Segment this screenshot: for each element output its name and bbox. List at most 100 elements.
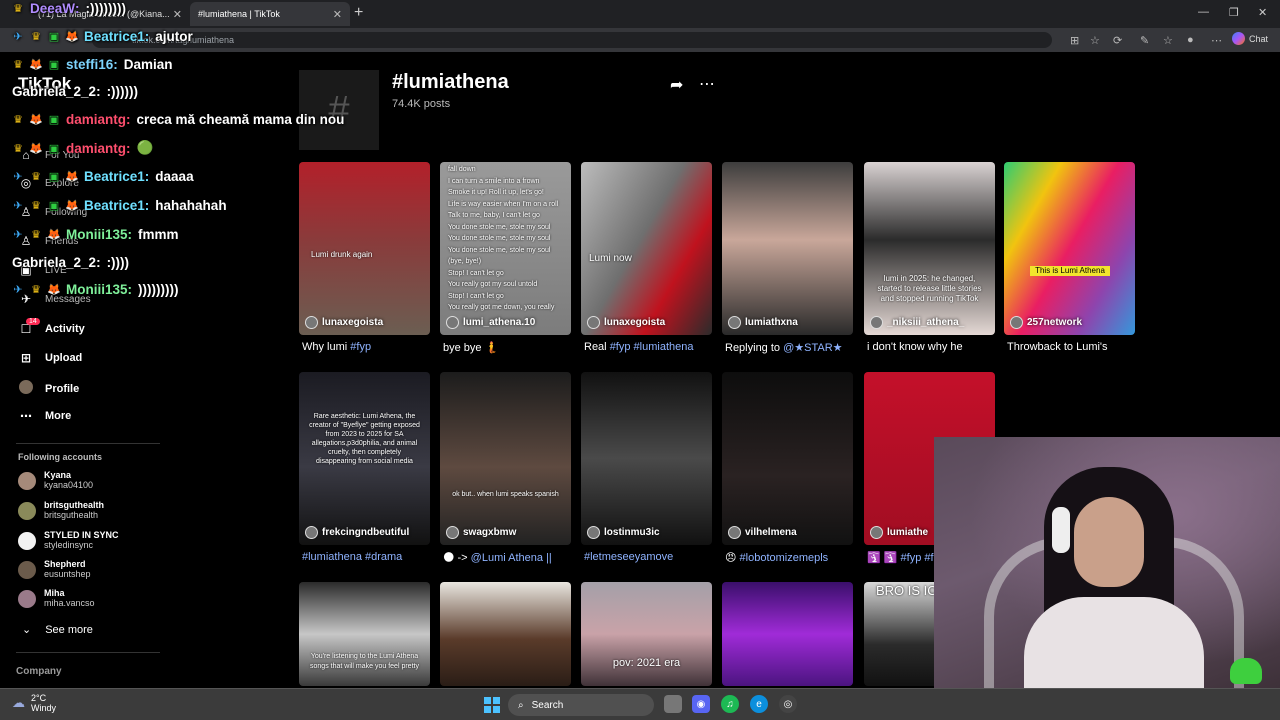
close-tab-icon[interactable]: ✕: [173, 8, 182, 21]
see-more-button[interactable]: ⌄ See more: [22, 623, 93, 637]
discord-icon[interactable]: ◉: [692, 695, 710, 713]
following-account[interactable]: Kyana kyana04100: [18, 470, 93, 491]
caption-hashtag[interactable]: @Lumi Athena ||: [471, 552, 552, 564]
following-account[interactable]: britsguthealth britsguthealth: [18, 500, 104, 521]
browser-tab-active[interactable]: #lumiathena | TikTok ✕: [190, 2, 350, 26]
video-caption[interactable]: 🌑 -> @Lumi Athena ||: [443, 551, 574, 564]
sidebar-item-profile[interactable]: Profile: [18, 380, 79, 397]
video-card[interactable]: This is Lumi Athena 257network: [1004, 162, 1135, 335]
favorite-star-icon[interactable]: ☆: [1090, 34, 1100, 47]
chat-badges: ✈ ♛ ▣ 🦊: [10, 197, 80, 213]
video-card[interactable]: fall down I can turn a smile into a frow…: [440, 162, 571, 335]
video-author[interactable]: lumi_athena.10: [446, 316, 535, 329]
menu-dots-icon[interactable]: ⋯: [1211, 34, 1222, 47]
refresh-icon[interactable]: ⟳: [1113, 34, 1122, 47]
video-card[interactable]: [440, 582, 571, 686]
copilot-chat-button[interactable]: Chat: [1232, 32, 1268, 45]
profile-avatar-icon[interactable]: ●: [1187, 34, 1194, 46]
video-card[interactable]: You're listening to the Lumi Athena song…: [299, 582, 430, 686]
video-card[interactable]: pov: 2021 era: [581, 582, 712, 686]
video-author[interactable]: lumiathxna: [728, 316, 798, 329]
video-card[interactable]: Rare aesthetic: Lumi Athena, the creator…: [299, 372, 430, 545]
taskbar-search[interactable]: ⌕ Search: [508, 694, 654, 716]
address-bar[interactable]: tiktok.com/tag/lumiathena: [92, 32, 1052, 48]
favorites-icon[interactable]: ☆: [1163, 34, 1173, 47]
video-caption[interactable]: 😠 #lobotomizemepls: [725, 551, 856, 564]
chat-badges: ♛: [10, 0, 26, 16]
author-name: lunaxegoista: [322, 317, 384, 328]
company-link[interactable]: Company: [16, 666, 62, 677]
minimize-button[interactable]: —: [1198, 6, 1209, 18]
start-button[interactable]: [484, 697, 500, 713]
video-card[interactable]: lumi in 2025: he changed, started to rel…: [864, 162, 995, 335]
video-card[interactable]: vilhelmena: [722, 372, 853, 545]
video-card[interactable]: Lumi drunk again lunaxegoista: [299, 162, 430, 335]
new-tab-button[interactable]: +: [354, 4, 363, 22]
video-author[interactable]: 257network: [1010, 316, 1082, 329]
sidebar-item-more[interactable]: ⋯ More: [18, 409, 71, 423]
author-name: _niksiii_athena_: [887, 317, 965, 328]
video-caption[interactable]: i don't know why he: [867, 341, 998, 353]
video-caption[interactable]: Replying to @★STAR★: [725, 341, 856, 354]
chat-badges: ✈ ♛ 🦊: [10, 226, 62, 242]
video-caption[interactable]: Why lumi #fyp: [302, 341, 433, 353]
chat-separator: :: [127, 281, 133, 297]
video-author[interactable]: _niksiii_athena_: [870, 316, 964, 329]
video-caption[interactable]: #lumiathena #drama: [302, 551, 433, 563]
video-caption[interactable]: Real #fyp #lumiathena: [584, 341, 715, 353]
hashtag-title: #lumiathena: [392, 71, 509, 93]
video-caption[interactable]: #letmeseeyamove: [584, 551, 715, 563]
video-author[interactable]: frekcingndbeutiful: [305, 526, 409, 539]
caption-hashtag[interactable]: #letmeseeyamove: [584, 551, 673, 563]
caption-hashtag[interactable]: #lobotomizemepls: [740, 552, 829, 564]
windows-taskbar: ☁ 2°C Windy ⌕ Search ◉ ♫ e ◎: [0, 688, 1280, 720]
maximize-button[interactable]: ❐: [1229, 6, 1239, 19]
close-window-button[interactable]: ✕: [1258, 6, 1267, 19]
video-author[interactable]: lunaxegoista: [305, 316, 383, 329]
apps-icon[interactable]: ⊞: [1070, 34, 1079, 47]
video-overlay-text: pov: 2021 era: [612, 657, 681, 669]
following-account[interactable]: STYLED IN SYNC styledinsync: [18, 530, 119, 551]
video-author[interactable]: swagxbmw: [446, 526, 516, 539]
chat-nick: damiantg: [66, 140, 127, 156]
caption-hashtag[interactable]: @★STAR★: [783, 342, 842, 354]
weather-condition: Windy: [31, 703, 57, 713]
video-author[interactable]: lostinmu3ic: [587, 526, 660, 539]
sidebar-item-upload[interactable]: ⊞ Upload: [18, 351, 82, 365]
video-caption[interactable]: bye bye 🧜: [443, 341, 574, 354]
chat-separator: :: [126, 140, 131, 156]
caption-hashtag[interactable]: #fyp: [350, 341, 371, 353]
green-badge-icon: ▣: [48, 113, 60, 126]
obs-icon[interactable]: ◎: [779, 695, 797, 713]
video-card[interactable]: [722, 582, 853, 686]
video-author[interactable]: lumiathe: [870, 526, 928, 539]
close-tab-icon[interactable]: ✕: [333, 8, 342, 21]
account-handle: miha.vancso: [44, 598, 95, 608]
task-view-icon[interactable]: [664, 695, 682, 713]
spotify-icon[interactable]: ♫: [721, 695, 739, 713]
caption-hashtag[interactable]: #lumiathena #drama: [302, 551, 402, 563]
extensions-icon[interactable]: ✎: [1140, 34, 1149, 47]
video-caption[interactable]: Throwback to Lumi's: [1007, 341, 1138, 353]
following-account[interactable]: Miha miha.vancso: [18, 588, 95, 609]
video-card[interactable]: Lumi now lunaxegoista: [581, 162, 712, 335]
chat-badges: ✈ ♛ ▣ 🦊: [10, 28, 80, 44]
edge-icon[interactable]: e: [750, 695, 768, 713]
caption-hashtag[interactable]: #fyp #f: [901, 552, 934, 564]
chat-message: ✈ ♛ 🦊 Moniii135: fmmm: [10, 226, 178, 242]
following-account[interactable]: Shepherd eusuntshep: [18, 559, 91, 580]
more-options-icon[interactable]: ⋯: [699, 74, 716, 94]
author-name: lumi_athena.10: [463, 317, 536, 328]
video-card[interactable]: lostinmu3ic: [581, 372, 712, 545]
video-card[interactable]: lumiathxna: [722, 162, 853, 335]
caption-hashtag[interactable]: #fyp #lumiathena: [610, 341, 694, 353]
fox-badge-icon: 🦊: [29, 142, 43, 155]
hashtag-icon: #: [299, 70, 379, 150]
divider: [16, 652, 160, 653]
avatar: [18, 471, 36, 490]
video-author[interactable]: lunaxegoista: [587, 316, 665, 329]
video-author[interactable]: vilhelmena: [728, 526, 797, 539]
weather-widget[interactable]: ☁ 2°C Windy: [12, 693, 56, 713]
video-card[interactable]: ok but.. when lumi speaks spanish swagxbm…: [440, 372, 571, 545]
share-icon[interactable]: ➦: [670, 75, 683, 95]
